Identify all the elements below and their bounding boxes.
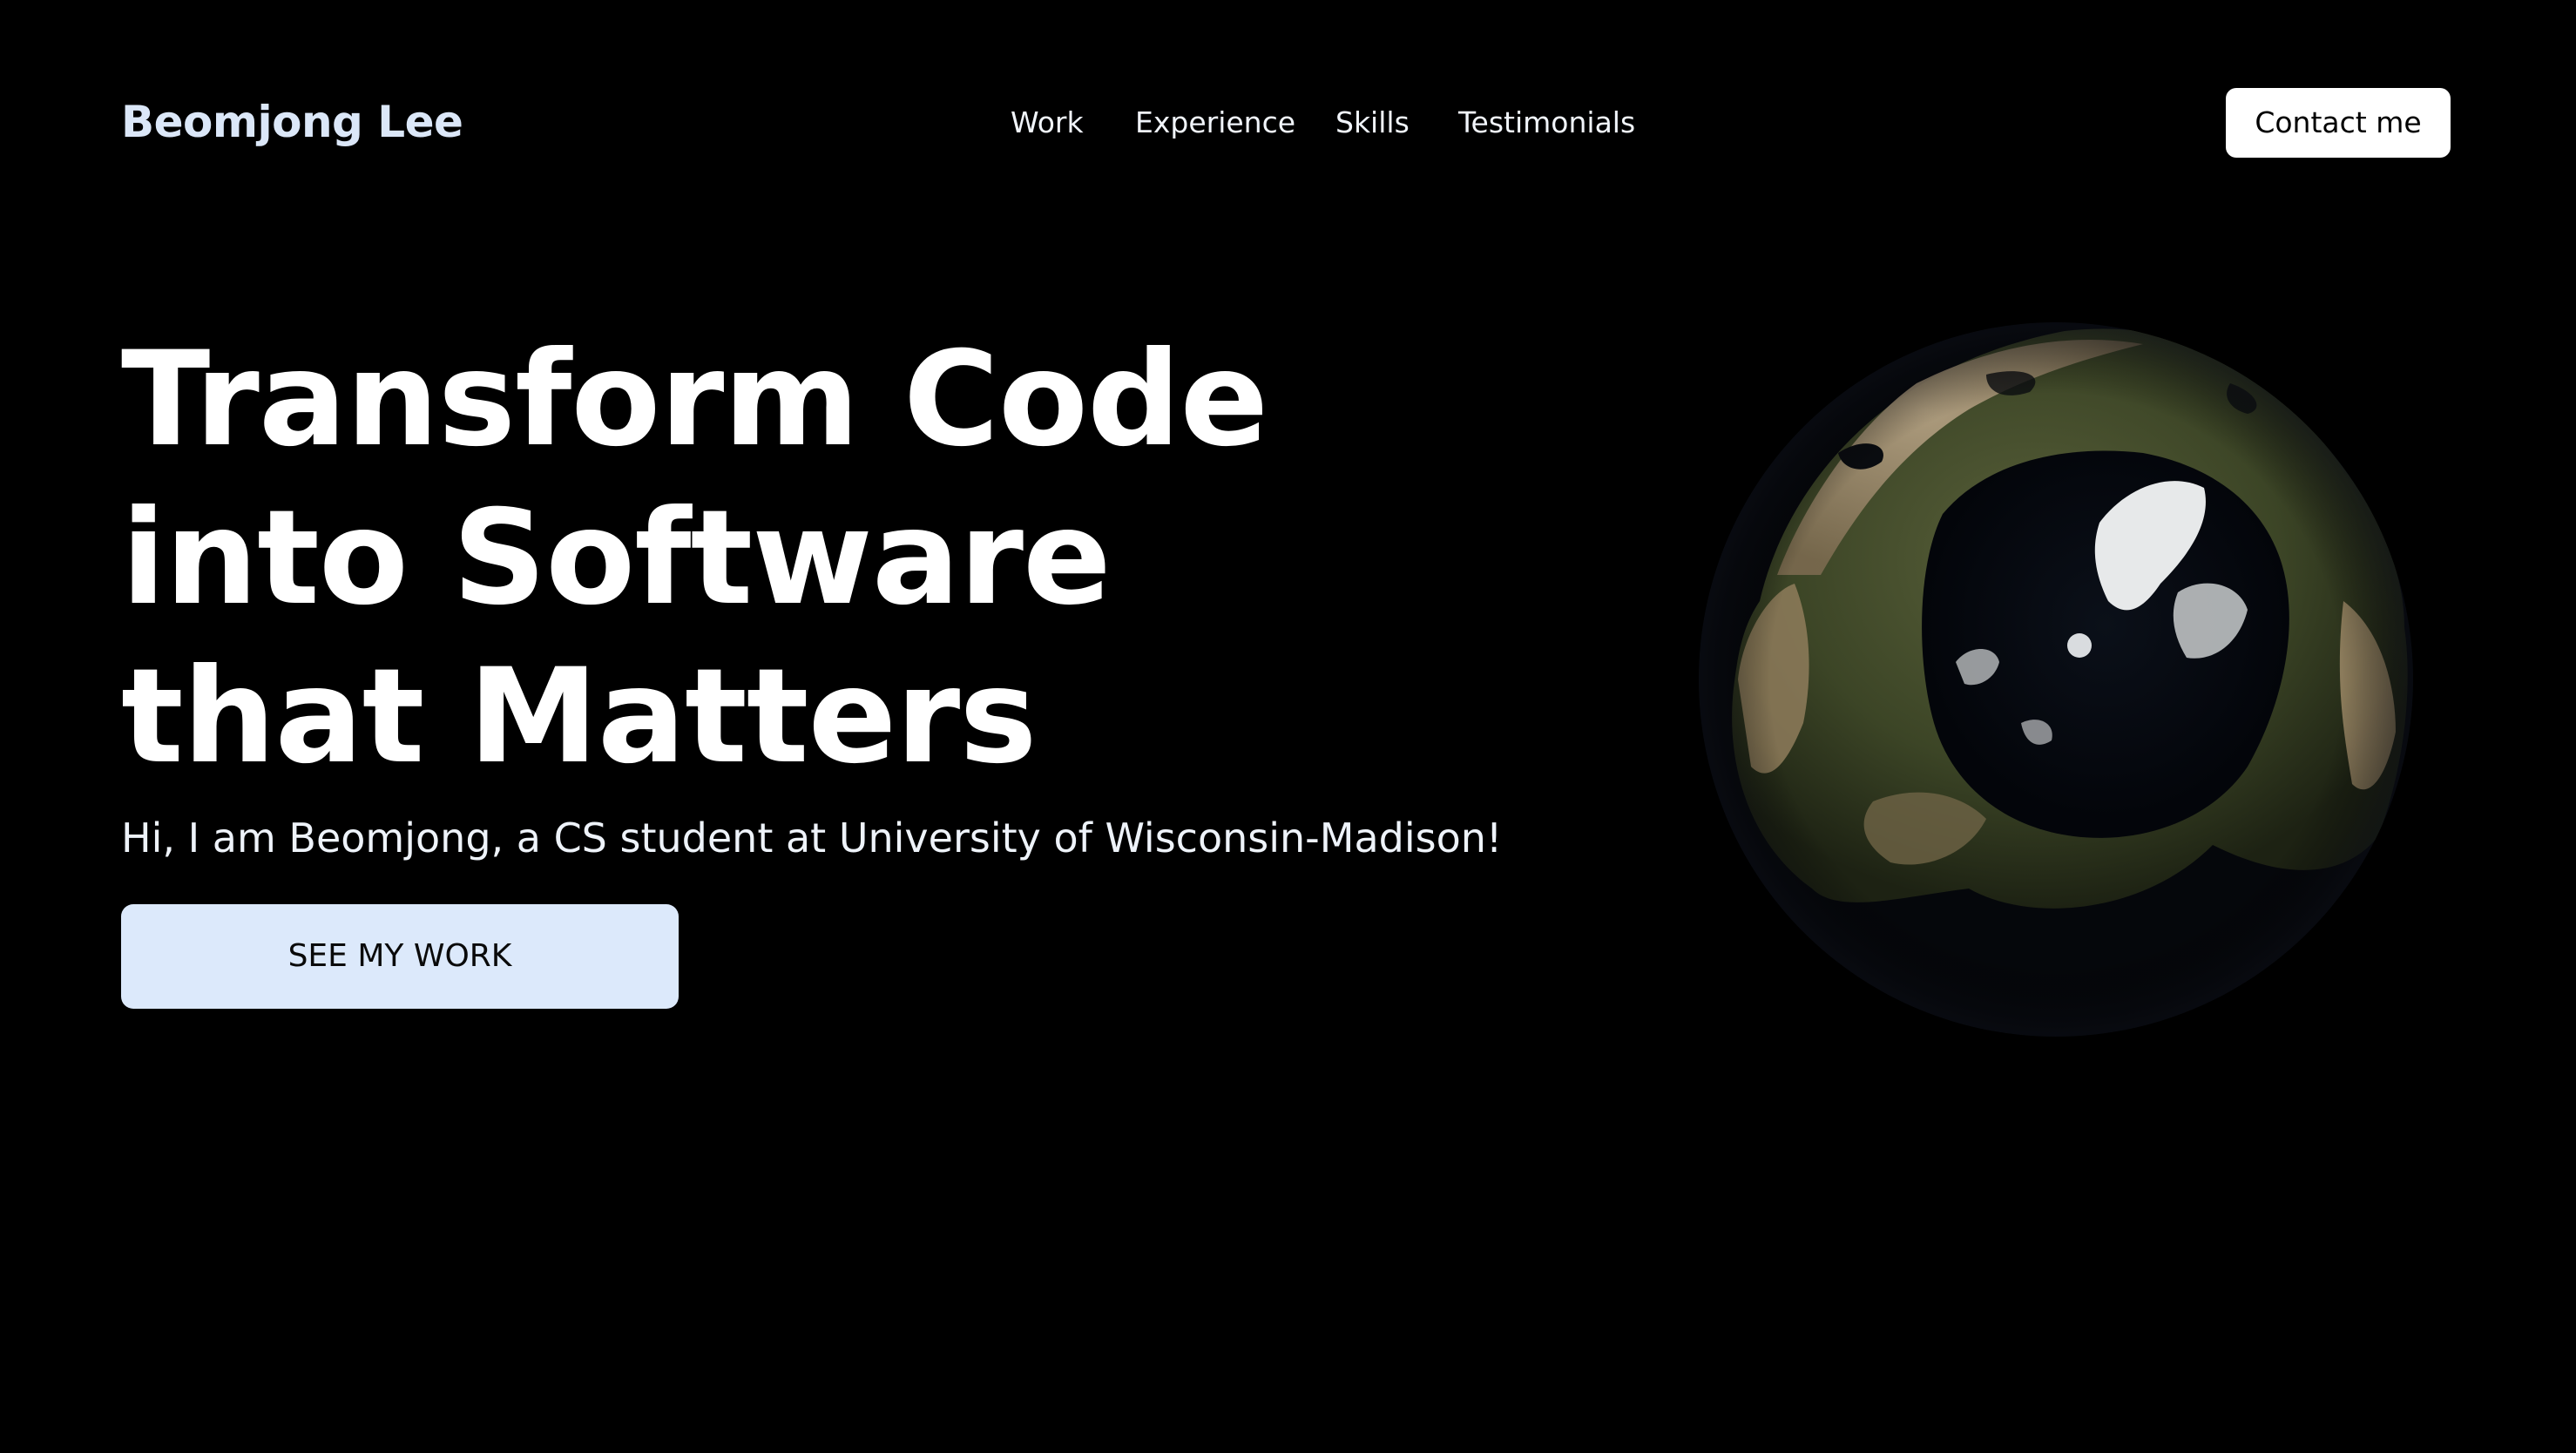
brand-logo[interactable]: Beomjong Lee [121, 94, 463, 150]
earth-globe-graphic [1699, 322, 2413, 1037]
hero-headline-line-1: Transform Code [121, 324, 1268, 476]
hero-subtitle: Hi, I am Beomjong, a CS student at Unive… [121, 814, 1503, 862]
nav-link-skills[interactable]: Skills [1335, 98, 1410, 147]
nav-link-experience[interactable]: Experience [1135, 98, 1295, 147]
hero-headline: Transform Code into Software that Matter… [121, 321, 1268, 796]
nav-link-work[interactable]: Work [1011, 98, 1084, 147]
see-my-work-button[interactable]: SEE MY WORK [121, 904, 679, 1009]
earth-globe-icon[interactable] [1655, 314, 2439, 1098]
hero-headline-line-3: that Matters [121, 641, 1038, 793]
nav-link-testimonials[interactable]: Testimonials [1458, 98, 1635, 147]
contact-button[interactable]: Contact me [2226, 88, 2451, 158]
hero-headline-line-2: into Software [121, 483, 1112, 634]
